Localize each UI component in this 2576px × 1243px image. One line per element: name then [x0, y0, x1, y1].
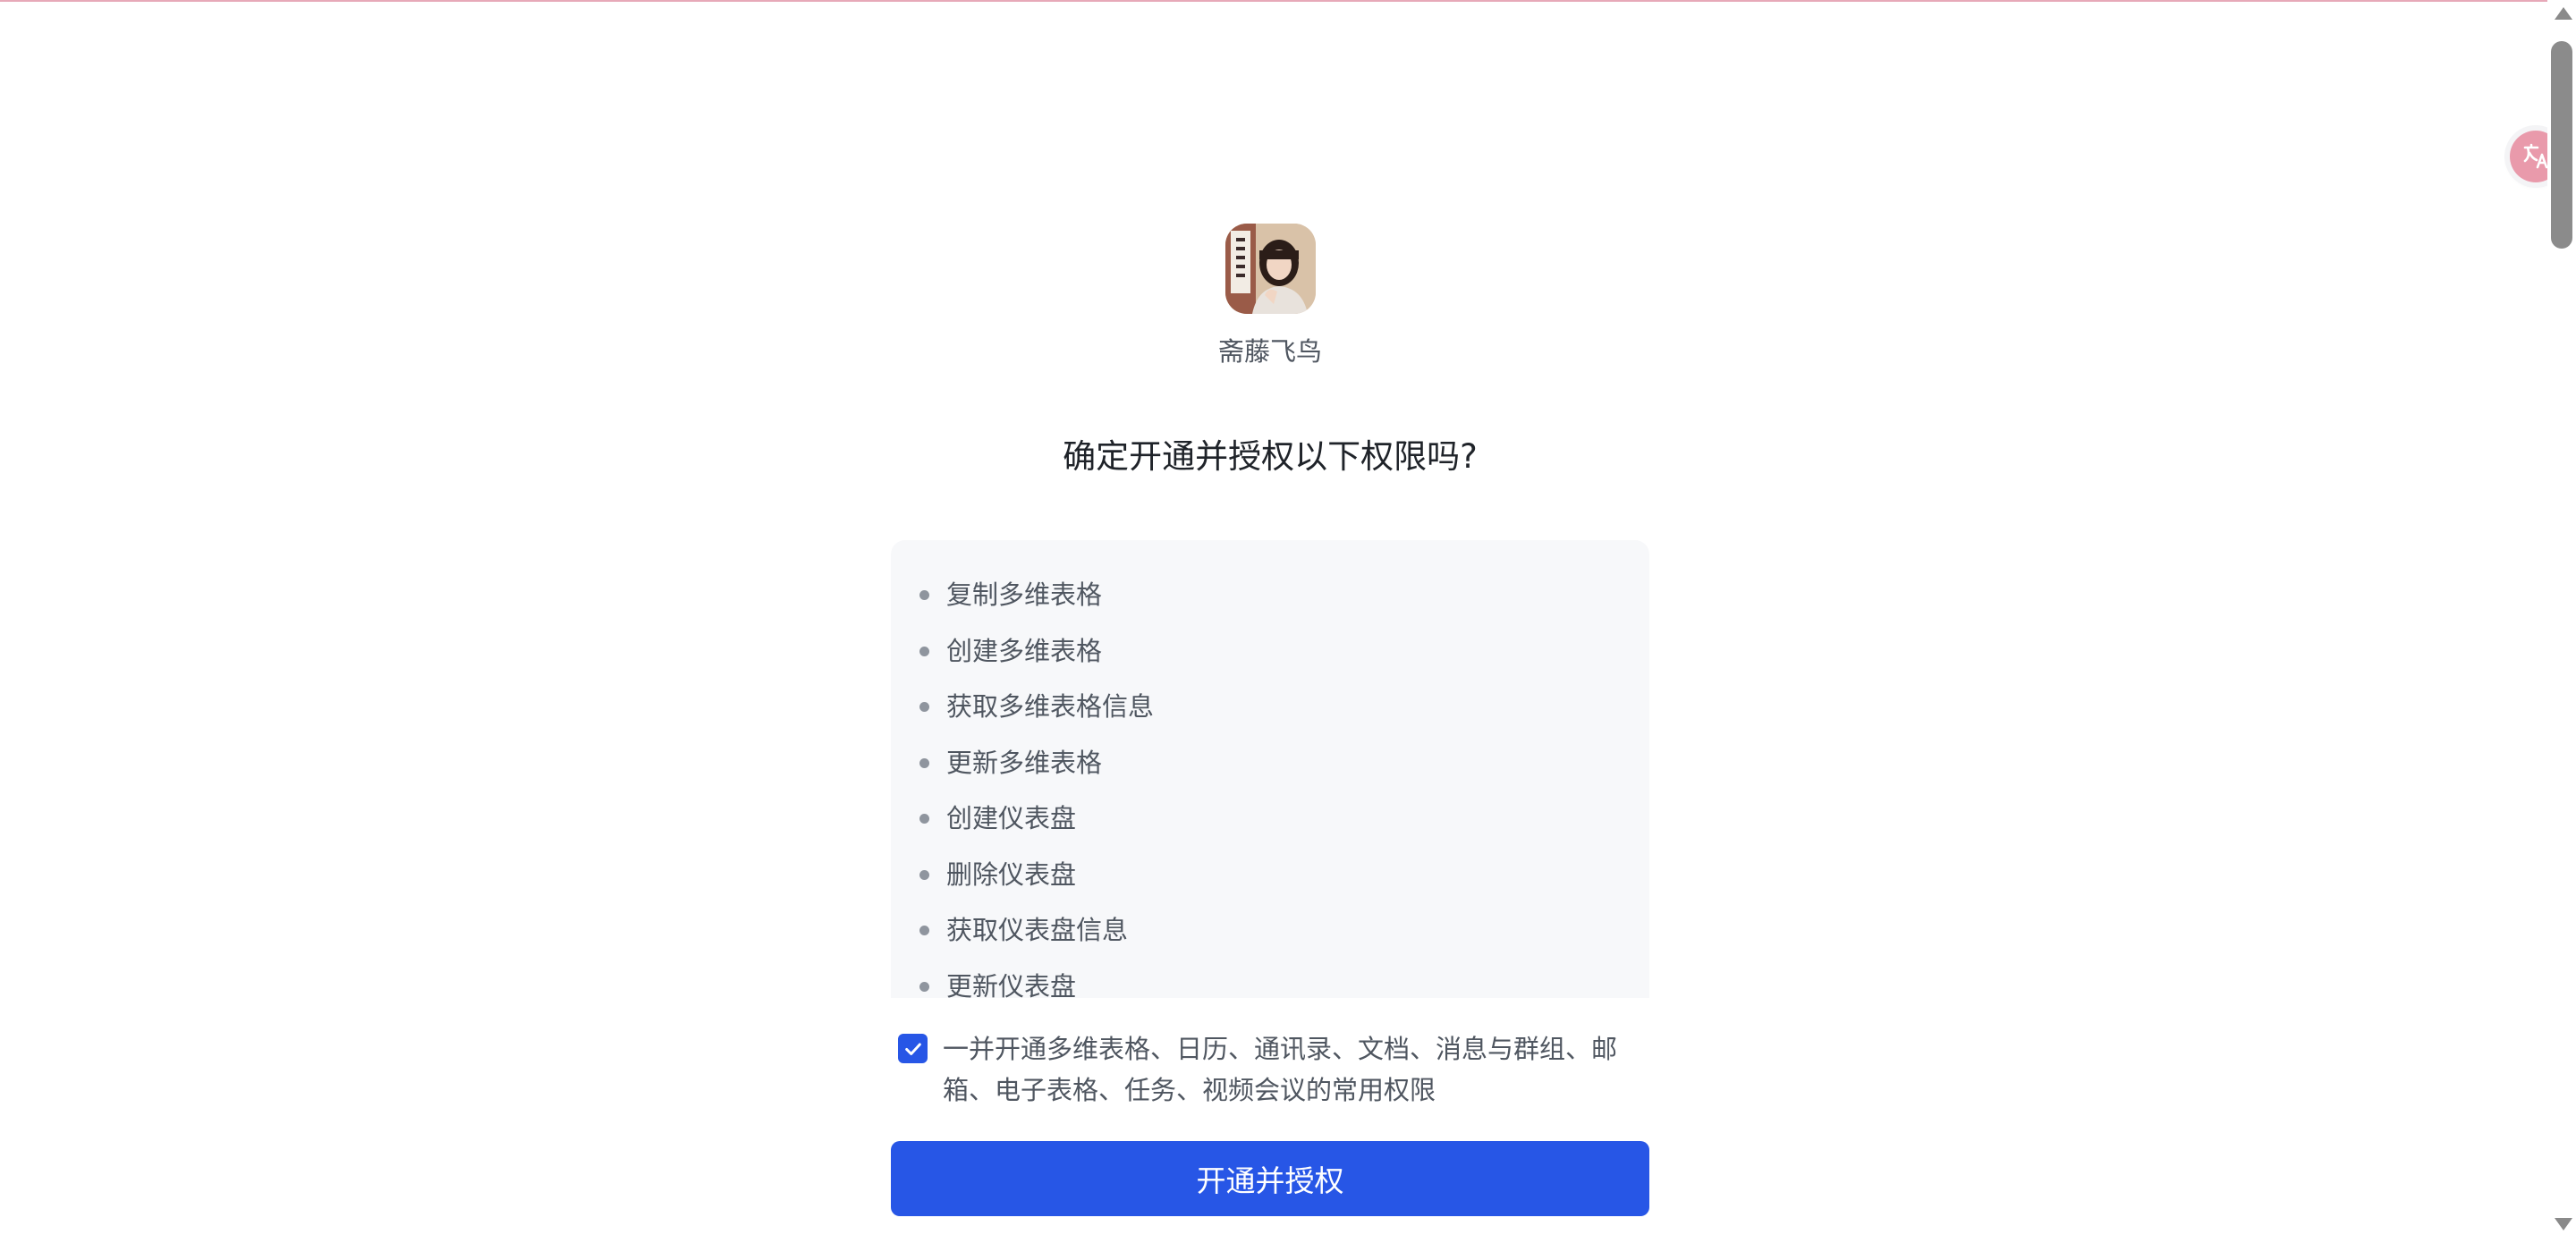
permission-label: 更新多维表格	[946, 747, 1103, 778]
permission-list: 复制多维表格 创建多维表格 获取多维表格信息 更新多维表格 创建仪表盘 删除仪表…	[891, 540, 1649, 998]
scroll-up-arrow-icon[interactable]	[2555, 7, 2572, 20]
permission-label: 更新仪表盘	[946, 970, 1077, 999]
permission-label: 获取仪表盘信息	[946, 915, 1129, 945]
vertical-scrollbar[interactable]	[2547, 0, 2576, 1243]
permission-list-panel[interactable]: 复制多维表格 创建多维表格 获取多维表格信息 更新多维表格 创建仪表盘 删除仪表…	[891, 540, 1649, 998]
bullet-dot-icon	[919, 981, 929, 992]
page-title: 确定开通并授权以下权限吗?	[1063, 437, 1478, 476]
bullet-dot-icon	[919, 646, 929, 656]
bullet-dot-icon	[919, 926, 929, 935]
list-item: 复制多维表格	[891, 572, 1649, 629]
list-item: 更新仪表盘	[891, 964, 1649, 999]
bullet-dot-icon	[919, 590, 929, 600]
list-item: 获取多维表格信息	[891, 684, 1649, 740]
user-name: 斋藤飞鸟	[1217, 336, 1322, 367]
enable-and-authorize-button[interactable]: 开通并授权	[891, 1141, 1649, 1216]
permission-label: 删除仪表盘	[946, 858, 1077, 890]
list-item: 获取仪表盘信息	[891, 908, 1649, 964]
bullet-dot-icon	[919, 757, 929, 768]
avatar	[1225, 224, 1316, 314]
consent-checkbox[interactable]	[898, 1034, 928, 1063]
scroll-down-arrow-icon[interactable]	[2555, 1218, 2572, 1230]
top-border-line	[0, 0, 2576, 2]
scrollbar-thumb[interactable]	[2551, 41, 2572, 249]
list-item: 创建仪表盘	[891, 796, 1649, 852]
bullet-dot-icon	[919, 814, 929, 824]
permission-label: 创建仪表盘	[946, 803, 1077, 833]
consent-label[interactable]: 一并开通多维表格、日历、通讯录、文档、消息与群组、邮箱、电子表格、任务、视频会议…	[943, 1028, 1649, 1111]
list-item: 更新多维表格	[891, 740, 1649, 797]
permission-label: 获取多维表格信息	[946, 691, 1155, 722]
bullet-dot-icon	[919, 869, 929, 880]
list-item: 删除仪表盘	[891, 852, 1649, 909]
checkmark-icon	[904, 1042, 921, 1055]
authorization-page: 斋藤飞鸟 确定开通并授权以下权限吗? 复制多维表格 创建多维表格 获取多维表格信…	[0, 0, 2576, 1243]
bullet-dot-icon	[919, 702, 929, 712]
permission-label: 复制多维表格	[946, 579, 1103, 610]
user-avatar-photo	[1225, 224, 1316, 314]
list-item: 创建多维表格	[891, 629, 1649, 685]
permission-label: 创建多维表格	[946, 635, 1103, 666]
